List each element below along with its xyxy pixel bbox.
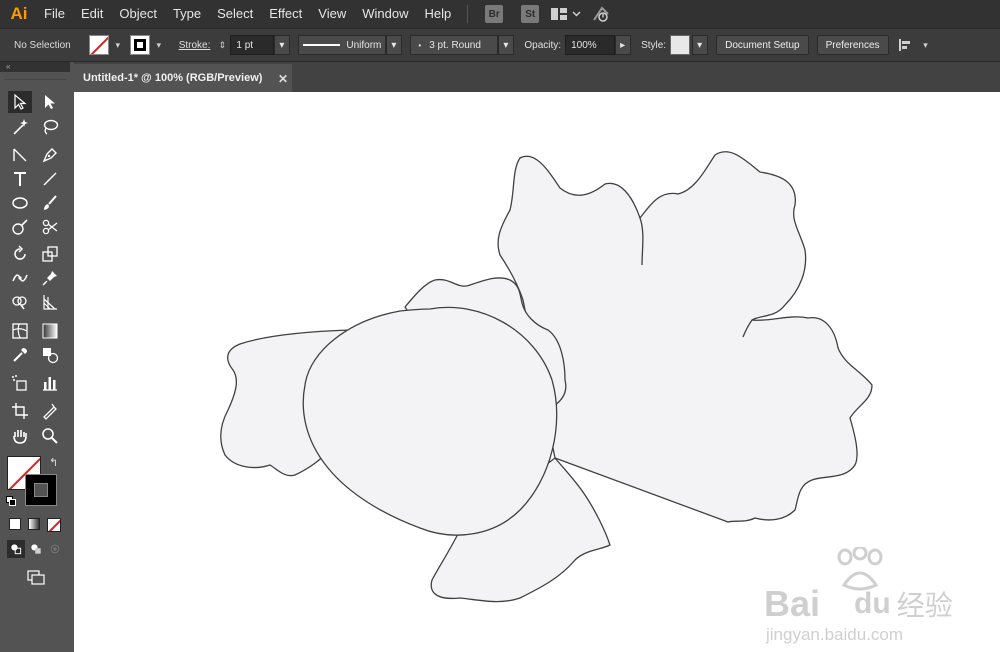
document-tab-bar: Untitled-1* @ 100% (RGB/Preview) ✕ bbox=[74, 62, 1000, 92]
gradient-mode-icon[interactable] bbox=[28, 518, 40, 530]
watermark-brand: Bai bbox=[764, 583, 821, 624]
direct-selection-tool-icon[interactable] bbox=[38, 91, 62, 113]
graphic-style-dropdown[interactable]: ▾ bbox=[692, 35, 709, 55]
close-icon[interactable]: ✕ bbox=[278, 72, 288, 86]
variable-width-profile[interactable]: Uniform bbox=[298, 35, 387, 55]
center-circle-shape bbox=[302, 306, 558, 536]
pen-tool-icon[interactable] bbox=[38, 144, 62, 166]
none-mode-icon[interactable] bbox=[47, 518, 61, 532]
draw-behind-icon[interactable] bbox=[27, 540, 45, 558]
fill-swatch[interactable] bbox=[88, 35, 109, 55]
stepper-icon[interactable]: ⇕ bbox=[216, 39, 228, 51]
menu-object[interactable]: Object bbox=[111, 0, 165, 28]
chevron-down-icon[interactable] bbox=[570, 5, 582, 23]
symbol-sprayer-tool-icon[interactable] bbox=[8, 372, 32, 394]
artboard-tool-icon[interactable] bbox=[8, 400, 32, 422]
chevron-down-icon[interactable]: ▾ bbox=[112, 39, 124, 51]
variable-width-label: Uniform bbox=[346, 39, 382, 51]
shape-builder-tool-icon[interactable] bbox=[8, 291, 32, 313]
paintbrush-tool-icon[interactable] bbox=[38, 192, 62, 214]
align-icon[interactable] bbox=[895, 36, 917, 54]
bridge-button[interactable]: Br bbox=[485, 5, 504, 23]
menu-type[interactable]: Type bbox=[165, 0, 209, 28]
brush-dropdown[interactable]: ▾ bbox=[498, 35, 515, 55]
lasso-tool-icon[interactable] bbox=[38, 116, 62, 138]
panel-grip[interactable] bbox=[4, 72, 66, 80]
document-tab-title: Untitled-1* @ 100% (RGB/Preview) bbox=[83, 72, 263, 84]
rotate-tool-icon[interactable] bbox=[8, 243, 32, 265]
watermark-brand-suffix: du bbox=[854, 587, 891, 620]
selection-status: No Selection bbox=[14, 39, 71, 51]
arrange-documents-icon[interactable] bbox=[548, 5, 570, 23]
type-tool-icon[interactable] bbox=[8, 168, 32, 190]
blend-tool-icon[interactable] bbox=[38, 344, 62, 366]
width-tool-icon[interactable] bbox=[8, 267, 32, 289]
preferences-button[interactable]: Preferences bbox=[816, 35, 889, 55]
style-label: Style: bbox=[641, 39, 667, 51]
perspective-grid-tool-icon[interactable] bbox=[38, 291, 62, 313]
tools-panel: « ↰ bbox=[0, 62, 70, 652]
line-tool-icon[interactable] bbox=[38, 168, 62, 190]
draw-inside-icon[interactable] bbox=[46, 540, 64, 558]
control-bar: No Selection ▾ ▾ Stroke: ⇕ 1 pt ▾ Unifor… bbox=[0, 28, 1000, 62]
artboard-canvas[interactable]: Bai du 经验 jingyan.baidu.com bbox=[74, 92, 1000, 652]
watermark-url: jingyan.baidu.com bbox=[766, 625, 904, 644]
draw-normal-icon[interactable] bbox=[7, 540, 25, 558]
line-segment-tool-icon[interactable] bbox=[8, 144, 32, 166]
menu-effect[interactable]: Effect bbox=[261, 0, 310, 28]
hand-tool-icon[interactable] bbox=[8, 425, 32, 447]
gpu-performance-icon[interactable] bbox=[590, 5, 612, 23]
menu-edit[interactable]: Edit bbox=[73, 0, 111, 28]
panel-collapse-icon[interactable]: « bbox=[0, 62, 70, 72]
menu-select[interactable]: Select bbox=[209, 0, 261, 28]
magic-wand-tool-icon[interactable] bbox=[8, 116, 32, 138]
screen-mode-icon[interactable] bbox=[24, 566, 48, 588]
stroke-weight-dropdown[interactable]: ▾ bbox=[274, 35, 291, 55]
watermark: Bai du 经验 jingyan.baidu.com bbox=[764, 547, 1000, 647]
column-graph-tool-icon[interactable] bbox=[38, 372, 62, 394]
default-colors-icon[interactable] bbox=[6, 496, 16, 506]
menu-bar: Ai File Edit Object Type Select Effect V… bbox=[0, 0, 1000, 28]
document-tab[interactable]: Untitled-1* @ 100% (RGB/Preview) ✕ bbox=[74, 64, 292, 92]
zoom-tool-icon[interactable] bbox=[38, 425, 62, 447]
slice-tool-icon[interactable] bbox=[38, 400, 62, 422]
graphic-style-swatch[interactable] bbox=[670, 35, 691, 55]
menu-view[interactable]: View bbox=[310, 0, 354, 28]
mesh-tool-icon[interactable] bbox=[8, 320, 32, 342]
stock-button[interactable]: St bbox=[521, 5, 540, 23]
stroke-label[interactable]: Stroke: bbox=[179, 40, 211, 51]
swap-fill-stroke-icon[interactable]: ↰ bbox=[49, 456, 58, 469]
scissors-tool-icon[interactable] bbox=[38, 216, 62, 238]
menu-divider bbox=[467, 5, 469, 23]
opacity-dropdown[interactable]: ▸ bbox=[615, 35, 632, 55]
stroke-weight-field[interactable]: 1 pt bbox=[230, 35, 275, 55]
scale-tool-icon[interactable] bbox=[38, 243, 62, 265]
menu-file[interactable]: File bbox=[36, 0, 73, 28]
selection-tool-icon[interactable] bbox=[8, 91, 32, 113]
puppet-warp-tool-icon[interactable] bbox=[38, 267, 62, 289]
stroke-color-swatch[interactable] bbox=[25, 474, 57, 506]
app-logo: Ai bbox=[10, 4, 28, 23]
brush-definition[interactable]: • 3 pt. Round bbox=[410, 35, 499, 55]
opacity-label[interactable]: Opacity: bbox=[524, 40, 561, 51]
eyedropper-tool-icon[interactable] bbox=[8, 344, 32, 366]
brush-label: 3 pt. Round bbox=[429, 39, 481, 51]
variable-width-dropdown[interactable]: ▾ bbox=[386, 35, 403, 55]
document-setup-button[interactable]: Document Setup bbox=[716, 35, 809, 55]
opacity-field[interactable]: 100% bbox=[565, 35, 616, 55]
stroke-swatch[interactable] bbox=[129, 35, 150, 55]
menu-window[interactable]: Window bbox=[354, 0, 416, 28]
watermark-cn: 经验 bbox=[896, 590, 953, 621]
chevron-down-icon[interactable]: ▾ bbox=[153, 39, 165, 51]
chevron-down-icon[interactable]: ▾ bbox=[920, 39, 932, 51]
ellipse-tool-icon[interactable] bbox=[8, 192, 32, 214]
shaper-tool-icon[interactable] bbox=[8, 216, 32, 238]
menu-help[interactable]: Help bbox=[416, 0, 459, 28]
gradient-tool-icon[interactable] bbox=[38, 320, 62, 342]
color-mode-icon[interactable] bbox=[9, 518, 21, 530]
